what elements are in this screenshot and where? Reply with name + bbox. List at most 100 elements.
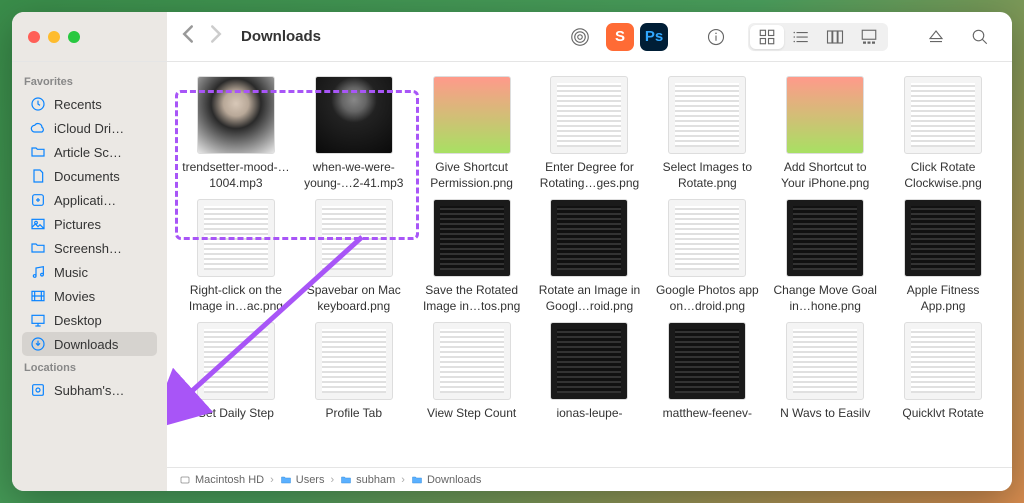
sidebar: Favorites Recents iCloud Dri… Article Sc… Do… <box>12 62 167 491</box>
gallery-view-button[interactable] <box>852 25 886 49</box>
file-item[interactable]: N Wavs to Easilv <box>770 322 880 422</box>
file-thumbnail <box>433 76 511 154</box>
sidebar-section-label: Favorites <box>24 76 155 88</box>
file-thumbnail <box>668 76 746 154</box>
sidebar-item-label: Recents <box>54 97 102 112</box>
folder-icon <box>179 474 191 486</box>
sidebar-item-subhams[interactable]: Subham's… <box>22 378 157 402</box>
file-item[interactable]: trendsetter-mood-…1004.mp3 <box>181 76 291 191</box>
breadcrumb[interactable]: subham <box>356 474 395 486</box>
file-item[interactable]: Enter Degree for Rotating…ges.png <box>535 76 645 191</box>
file-item[interactable]: Profile Tab <box>299 322 409 422</box>
file-name: Select Images to Rotate.png <box>652 160 762 191</box>
sidebar-item-label: Desktop <box>54 313 102 328</box>
file-item[interactable]: Google Photos app on…droid.png <box>652 199 762 314</box>
breadcrumb[interactable]: Downloads <box>427 474 481 486</box>
airdrop-icon[interactable] <box>562 22 598 52</box>
titlebar: Downloads SPs <box>12 12 1012 62</box>
column-view-button[interactable] <box>818 25 852 49</box>
file-item[interactable]: Apple Fitness App.png <box>888 199 998 314</box>
file-name: View Step Count <box>427 406 516 422</box>
file-item[interactable]: Set Daily Step <box>181 322 291 422</box>
file-item[interactable]: Save the Rotated Image in…tos.png <box>417 199 527 314</box>
file-name: N Wavs to Easilv <box>780 406 870 422</box>
sidebar-item-label: Downloads <box>54 337 118 352</box>
file-name: ionas-leupe- <box>556 406 622 422</box>
eject-icon[interactable] <box>918 22 954 52</box>
sidebar-item-documents[interactable]: Documents <box>22 164 157 188</box>
sidebar-item-label: Applicati… <box>54 193 116 208</box>
sidebar-item-downloads[interactable]: Downloads <box>22 332 157 356</box>
file-item[interactable]: Spavebar on Mac keyboard.png <box>299 199 409 314</box>
view-switcher <box>748 23 888 51</box>
content-area: trendsetter-mood-…1004.mp3 when-we-were-y… <box>167 62 1012 491</box>
sidebar-item-recents[interactable]: Recents <box>22 92 157 116</box>
traffic-lights <box>12 12 167 61</box>
file-thumbnail <box>550 76 628 154</box>
file-name: Right-click on the Image in…ac.png <box>181 283 291 314</box>
file-item[interactable]: Add Shortcut to Your iPhone.png <box>770 76 880 191</box>
sidebar-item-label: iCloud Dri… <box>54 121 124 136</box>
forward-button[interactable] <box>209 24 223 49</box>
file-item[interactable]: Rotate an Image in Googl…roid.png <box>535 199 645 314</box>
sidebar-item-label: Documents <box>54 169 120 184</box>
file-thumbnail <box>315 199 393 277</box>
file-name: Set Daily Step <box>198 406 274 422</box>
sidebar-item-music[interactable]: Music <box>22 260 157 284</box>
file-name: Quicklvt Rotate <box>902 406 983 422</box>
file-item[interactable]: matthew-feenev- <box>652 322 762 422</box>
file-thumbnail <box>197 322 275 400</box>
sidebar-item-applicati[interactable]: Applicati… <box>22 188 157 212</box>
sidebar-item-screensh[interactable]: Screensh… <box>22 236 157 260</box>
file-item[interactable]: Change Move Goal in…hone.png <box>770 199 880 314</box>
file-item[interactable]: Right-click on the Image in…ac.png <box>181 199 291 314</box>
sidebar-item-label: Music <box>54 265 88 280</box>
file-name: Give Shortcut Permission.png <box>417 160 527 191</box>
app-badge[interactable]: Ps <box>640 23 668 51</box>
zoom-button[interactable] <box>68 31 80 43</box>
file-name: Apple Fitness App.png <box>888 283 998 314</box>
file-thumbnail <box>786 76 864 154</box>
file-thumbnail <box>433 322 511 400</box>
icon-view-button[interactable] <box>750 25 784 49</box>
file-grid: trendsetter-mood-…1004.mp3 when-we-were-y… <box>167 62 1012 467</box>
file-item[interactable]: Quicklvt Rotate <box>888 322 998 422</box>
file-thumbnail <box>786 322 864 400</box>
path-bar: Macintosh HD›Users›subham›Downloads <box>167 467 1012 491</box>
file-item[interactable]: when-we-were-young-…2-41.mp3 <box>299 76 409 191</box>
file-thumbnail <box>197 199 275 277</box>
file-name: when-we-were-young-…2-41.mp3 <box>299 160 409 191</box>
file-thumbnail <box>904 76 982 154</box>
file-item[interactable]: ionas-leupe- <box>535 322 645 422</box>
file-name: trendsetter-mood-…1004.mp3 <box>181 160 291 191</box>
file-item[interactable]: Give Shortcut Permission.png <box>417 76 527 191</box>
breadcrumb[interactable]: Users <box>296 474 325 486</box>
file-name: Enter Degree for Rotating…ges.png <box>535 160 645 191</box>
info-icon[interactable] <box>698 22 734 52</box>
sidebar-item-articlesc[interactable]: Article Sc… <box>22 140 157 164</box>
close-button[interactable] <box>28 31 40 43</box>
back-button[interactable] <box>181 24 195 49</box>
file-thumbnail <box>315 76 393 154</box>
file-item[interactable]: Select Images to Rotate.png <box>652 76 762 191</box>
file-item[interactable]: View Step Count <box>417 322 527 422</box>
file-name: matthew-feenev- <box>663 406 752 422</box>
file-name: Add Shortcut to Your iPhone.png <box>770 160 880 191</box>
sidebar-item-label: Article Sc… <box>54 145 122 160</box>
folder-icon <box>340 474 352 486</box>
sidebar-section-label: Locations <box>24 362 155 374</box>
sidebar-item-pictures[interactable]: Pictures <box>22 212 157 236</box>
breadcrumb[interactable]: Macintosh HD <box>195 474 264 486</box>
sidebar-item-label: Subham's… <box>54 383 124 398</box>
search-icon[interactable] <box>962 22 998 52</box>
list-view-button[interactable] <box>784 25 818 49</box>
app-badge[interactable]: S <box>606 23 634 51</box>
file-name: Save the Rotated Image in…tos.png <box>417 283 527 314</box>
file-item[interactable]: Click Rotate Clockwise.png <box>888 76 998 191</box>
file-thumbnail <box>550 322 628 400</box>
minimize-button[interactable] <box>48 31 60 43</box>
sidebar-item-iclouddri[interactable]: iCloud Dri… <box>22 116 157 140</box>
sidebar-item-label: Movies <box>54 289 95 304</box>
sidebar-item-movies[interactable]: Movies <box>22 284 157 308</box>
sidebar-item-desktop[interactable]: Desktop <box>22 308 157 332</box>
